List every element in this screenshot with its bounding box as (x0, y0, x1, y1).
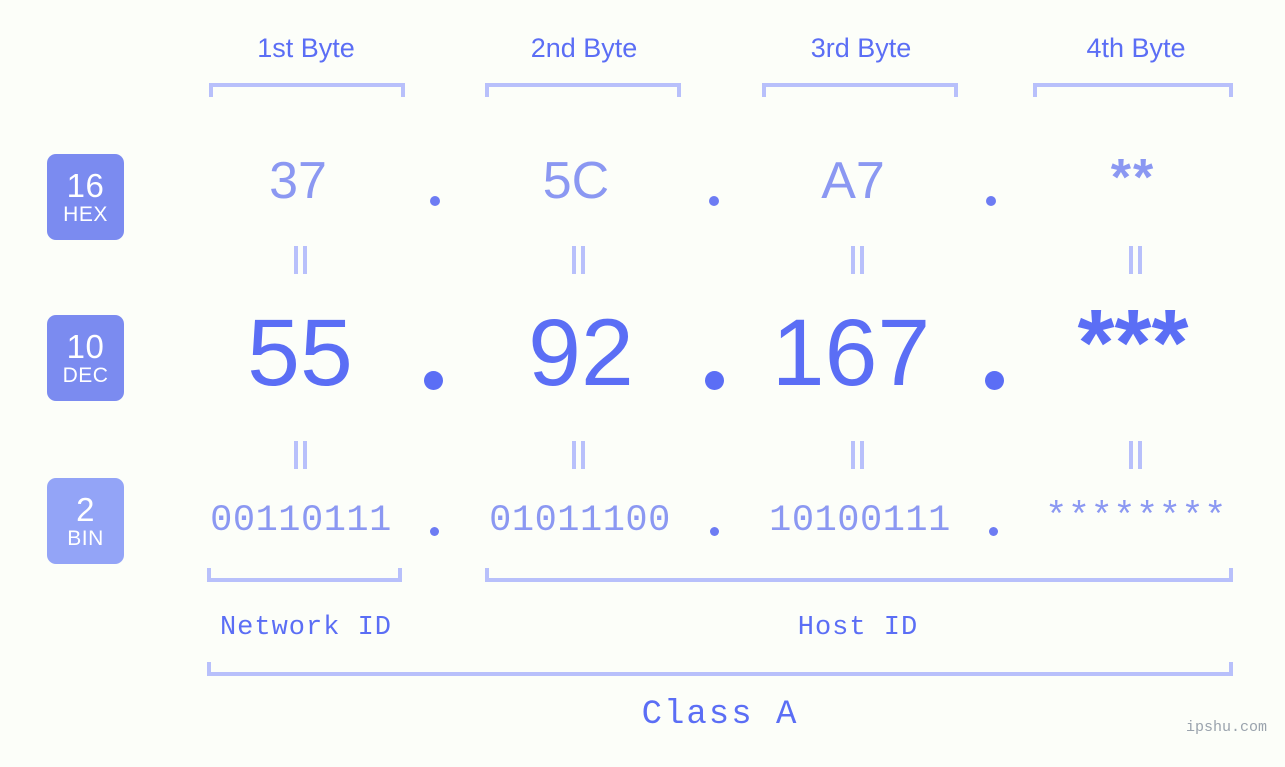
byte-header-4: 4th Byte (1086, 33, 1186, 63)
hex-byte-1: 37 (269, 152, 327, 210)
equality-mark-dec-bin-3 (850, 441, 866, 469)
hex-byte-4: ** (1110, 149, 1156, 207)
base-badge-bin: 2 BIN (47, 478, 124, 564)
hex-byte-2: 5C (542, 152, 610, 210)
dec-separator-1 (424, 371, 443, 390)
equality-mark-dec-bin-2 (571, 441, 587, 469)
network-id-bracket (207, 568, 402, 582)
dec-byte-3: 167 (771, 300, 931, 406)
base-badge-dec-number: 10 (66, 328, 105, 365)
hex-separator-1 (430, 196, 440, 206)
network-id-label: Network ID (219, 613, 393, 643)
host-id-label: Host ID (797, 613, 919, 643)
dec-byte-4: *** (1077, 290, 1189, 396)
bin-byte-3: 10100111 (769, 500, 951, 542)
dec-byte-1: 55 (247, 300, 353, 406)
hex-byte-3: A7 (821, 152, 885, 210)
equality-mark-hex-dec-1 (293, 246, 309, 274)
byte-bracket-1 (209, 83, 405, 97)
equality-mark-dec-bin-1 (293, 441, 309, 469)
base-badge-hex-number: 16 (66, 167, 105, 204)
dec-byte-2: 92 (528, 300, 634, 406)
byte-bracket-3 (762, 83, 958, 97)
bin-byte-4: ******** (1045, 497, 1227, 539)
bin-separator-2 (710, 527, 719, 536)
host-id-bracket (485, 568, 1233, 582)
dec-separator-2 (705, 371, 724, 390)
class-bracket (207, 662, 1233, 676)
base-badge-hex-label: HEX (63, 203, 108, 226)
equality-mark-hex-dec-2 (571, 246, 587, 274)
bin-byte-2: 01011100 (489, 500, 671, 542)
base-badge-dec-label: DEC (62, 364, 109, 387)
byte-bracket-2 (485, 83, 681, 97)
equality-mark-hex-dec-3 (850, 246, 866, 274)
base-badge-hex: 16 HEX (47, 154, 124, 240)
equality-mark-hex-dec-4 (1128, 246, 1144, 274)
byte-bracket-4 (1033, 83, 1233, 97)
byte-header-1: 1st Byte (257, 33, 355, 63)
base-badge-dec: 10 DEC (47, 315, 124, 401)
base-badge-bin-label: BIN (67, 527, 104, 550)
bin-byte-1: 00110111 (210, 500, 392, 542)
equality-mark-dec-bin-4 (1128, 441, 1144, 469)
byte-header-3: 3rd Byte (810, 33, 912, 63)
dec-separator-3 (985, 371, 1004, 390)
bin-separator-1 (430, 527, 439, 536)
hex-separator-3 (986, 196, 996, 206)
bin-separator-3 (989, 527, 998, 536)
ip-breakdown-diagram: 1st Byte 2nd Byte 3rd Byte 4th Byte 16 H… (0, 0, 1285, 767)
byte-header-2: 2nd Byte (530, 33, 638, 63)
hex-separator-2 (709, 196, 719, 206)
watermark: ipshu.com (1186, 719, 1268, 736)
base-badge-bin-number: 2 (76, 491, 95, 528)
class-label: Class A (641, 696, 799, 734)
